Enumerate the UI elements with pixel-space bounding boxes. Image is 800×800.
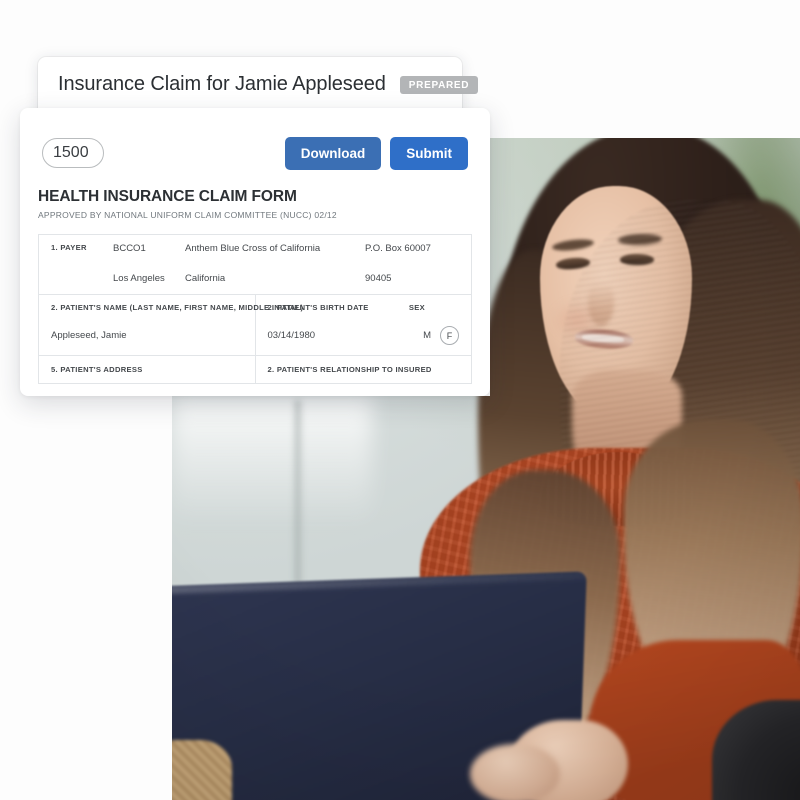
birth-date-sex-labels: 2. PATIENT'S BIRTH DATE SEX (268, 303, 460, 312)
patient-name-value: Appleseed, Jamie (51, 330, 127, 341)
relationship-label: 2. PATIENT'S RELATIONSHIP TO INSURED (267, 365, 432, 374)
payer-grid: 1. PAYER BCCO1 Anthem Blue Cross of Cali… (51, 243, 459, 284)
status-badge: PREPARED (399, 75, 479, 94)
birth-date-label: 2. PATIENT'S BIRTH DATE (267, 303, 369, 312)
payer-name: Anthem Blue Cross of California (185, 243, 321, 254)
submit-button[interactable]: Submit (390, 136, 468, 170)
sex-option-male[interactable]: M (423, 330, 431, 341)
page-title: Insurance Claim for Jamie Appleseed (58, 73, 386, 95)
photo-vignette-lower (172, 396, 800, 800)
payer-cell[interactable]: 1. PAYER BCCO1 Anthem Blue Cross of Cali… (38, 234, 472, 295)
payer-cell-pad: 1. PAYER BCCO1 Anthem Blue Cross of Cali… (39, 235, 471, 294)
form-subtitle: APPROVED BY NATIONAL UNIFORM CLAIM COMMI… (38, 210, 337, 220)
payer-label: 1. PAYER (51, 243, 87, 252)
relationship-pad: 2. PATIENT'S RELATIONSHIP TO INSURED (256, 356, 472, 383)
amount-input[interactable] (42, 138, 104, 168)
payer-zip: 90405 (365, 273, 392, 284)
birth-date-sex-values: 03/14/1980 M F (267, 326, 459, 345)
payer-state: California (185, 273, 226, 284)
birth-date-value: 03/14/1980 (267, 330, 316, 341)
form-title: HEALTH INSURANCE CLAIM FORM (38, 188, 297, 205)
screenshot-stage: Insurance Claim for Jamie Appleseed PREP… (0, 0, 800, 800)
birth-date-sex-cell[interactable]: 2. PATIENT'S BIRTH DATE SEX 03/14/1980 M… (254, 294, 472, 356)
payer-code: BCCO1 (113, 243, 146, 254)
patient-name-cell[interactable]: 2. PATIENT'S NAME (Last Name, First Name… (38, 294, 304, 356)
form-toolbar: Download Submit (20, 108, 490, 172)
payer-city: Los Angeles (113, 273, 165, 284)
form-body: HEALTH INSURANCE CLAIM FORM APPROVED BY … (20, 172, 490, 384)
patient-address-cell[interactable]: 5. PATIENT'S ADDRESS (38, 355, 256, 384)
table-row-address: 5. PATIENT'S ADDRESS 2. PATIENT'S RELATI… (38, 355, 472, 384)
claim-title-bar: Insurance Claim for Jamie Appleseed PREP… (38, 57, 479, 96)
patient-name-pad: 2. PATIENT'S NAME (Last Name, First Name… (39, 295, 304, 351)
payer-po-box: P.O. Box 60007 (365, 243, 431, 254)
product-photo-lower (172, 396, 800, 800)
table-row-payer: 1. PAYER BCCO1 Anthem Blue Cross of Cali… (38, 234, 472, 295)
relationship-cell[interactable]: 2. PATIENT'S RELATIONSHIP TO INSURED (254, 355, 472, 384)
sex-label: SEX (408, 303, 425, 312)
patient-address-pad: 5. PATIENT'S ADDRESS (39, 356, 255, 383)
claim-fields-table: 1. PAYER BCCO1 Anthem Blue Cross of Cali… (38, 234, 472, 384)
birth-date-sex-pad: 2. PATIENT'S BIRTH DATE SEX 03/14/1980 M… (256, 295, 472, 355)
table-row-patient: 2. PATIENT'S NAME (Last Name, First Name… (38, 294, 472, 356)
claim-form-card: Download Submit HEALTH INSURANCE CLAIM F… (20, 108, 490, 396)
sex-option-female-selected[interactable]: F (440, 326, 459, 345)
sex-options: M F (423, 326, 459, 345)
patient-address-label: 5. PATIENT'S ADDRESS (51, 365, 143, 374)
download-button[interactable]: Download (284, 136, 382, 170)
patient-name-label: 2. PATIENT'S NAME (Last Name, First Name… (51, 303, 304, 312)
